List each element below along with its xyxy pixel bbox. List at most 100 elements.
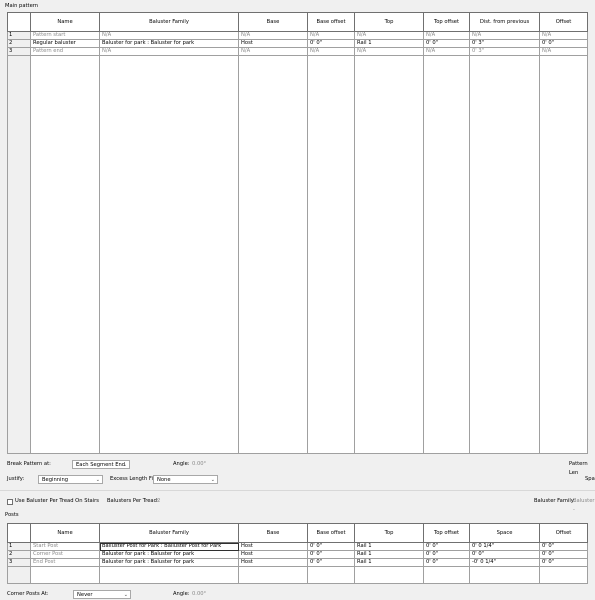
cell-base[interactable]: Host	[238, 39, 308, 48]
cell-space[interactable]: 0' 0"	[469, 550, 540, 559]
cell-name[interactable]: Pattern end	[30, 47, 100, 56]
table-row[interactable]: 1 Pattern start N/A N/A N/A N/A N/A N/A N/A	[7, 31, 588, 40]
cell-name[interactable]: Pattern start	[30, 31, 100, 40]
column-header: Name	[30, 523, 100, 543]
empty-cell	[238, 566, 308, 584]
empty-cell	[30, 55, 100, 454]
cell-dist[interactable]: 0' 3"	[469, 47, 540, 56]
cell-name[interactable]: Corner Post	[30, 550, 100, 559]
cell-space[interactable]: -0' 0 1/4"	[469, 558, 540, 567]
corner-posts-value: Never	[77, 592, 93, 598]
cell-name[interactable]: Regular baluster	[30, 39, 100, 48]
cell-base[interactable]: N/A	[238, 31, 308, 40]
cell-offset[interactable]: 0' 0"	[539, 542, 588, 551]
empty-row	[7, 55, 588, 454]
column-header: Space	[469, 523, 540, 543]
cell-offset[interactable]: N/A	[539, 31, 588, 40]
cell-base-offset[interactable]: 0' 0"	[307, 542, 355, 551]
table-row[interactable]: 3 End Post Baluster for park : Baluster fo…	[7, 558, 588, 567]
cell-base[interactable]: N/A	[238, 47, 308, 56]
cell-family[interactable]: N/A	[99, 47, 239, 56]
cell-top[interactable]: Rail 1	[354, 542, 424, 551]
cell-base-offset[interactable]: 0' 0"	[307, 550, 355, 559]
corner-angle-value[interactable]: 0.00°	[192, 590, 206, 599]
table-row[interactable]: 1 Start Post Balluster Post for Park : Bal…	[7, 542, 588, 551]
cell-top-offset[interactable]: 0' 0"	[423, 558, 470, 567]
excess-length-select[interactable]: None ⌄	[153, 475, 218, 484]
empty-cell	[30, 566, 100, 584]
column-header: Base	[238, 523, 308, 543]
cell-family[interactable]: Balluster Post for Park : Balluster Post…	[99, 542, 239, 551]
cell-base-offset[interactable]: 0' 0"	[307, 39, 355, 48]
justify-value: Beginning	[42, 477, 69, 483]
cell-base-offset[interactable]: N/A	[307, 31, 355, 40]
cell-dist[interactable]: 0' 3"	[469, 39, 540, 48]
empty-row	[7, 566, 588, 584]
empty-cell	[423, 55, 470, 454]
column-header: Top offset	[423, 12, 470, 32]
cell-top-offset[interactable]: 0' 0"	[423, 550, 470, 559]
table-row[interactable]: 2 Regular baluster Baluster for park : Bal…	[7, 39, 588, 48]
cell-space[interactable]: 0' 0 1/4"	[469, 542, 540, 551]
cell-base-offset[interactable]: 0' 0"	[307, 558, 355, 567]
cell-base-offset[interactable]: N/A	[307, 47, 355, 56]
cell-dist[interactable]: N/A	[469, 31, 540, 40]
cell-offset[interactable]: 0' 0"	[539, 39, 588, 48]
row-number: 2	[7, 550, 31, 559]
chevron-down-icon: ⌄	[123, 592, 128, 598]
cell-family[interactable]: Baluster for park : Baluster for park	[99, 550, 239, 559]
column-header: Base offset	[307, 12, 355, 32]
cell-top-offset[interactable]: N/A	[423, 31, 470, 40]
empty-cell	[423, 566, 470, 584]
cell-top-offset[interactable]: 0' 0"	[423, 39, 470, 48]
empty-cell	[238, 55, 308, 454]
empty-cell	[307, 55, 355, 454]
justify-select[interactable]: Beginning ⌄	[38, 475, 103, 484]
column-header: Baluster Family	[99, 12, 239, 32]
cell-name[interactable]: End Post	[30, 558, 100, 567]
angle-value[interactable]: 0.00°	[192, 460, 206, 469]
table-row[interactable]: 3 Pattern end N/A N/A N/A N/A N/A 0' 3" N/A	[7, 47, 588, 56]
cell-top[interactable]: Rail 1	[354, 39, 424, 48]
cell-offset[interactable]: N/A	[539, 47, 588, 56]
posts-title: Posts	[5, 512, 19, 518]
column-header: Top offset	[423, 523, 470, 543]
row-number: 1	[7, 31, 31, 40]
cell-base[interactable]: Host	[238, 558, 308, 567]
cell-top[interactable]: Rail 1	[354, 550, 424, 559]
cell-family[interactable]: Baluster for park : Baluster for park	[99, 39, 239, 48]
empty-cell	[539, 566, 588, 584]
column-header	[7, 12, 31, 32]
cell-top[interactable]: Rail 1	[354, 558, 424, 567]
cell-family[interactable]: N/A	[99, 31, 239, 40]
tread-family-value[interactable]: Baluster -	[573, 497, 595, 515]
excess-length-value: None	[157, 477, 171, 483]
table-row[interactable]: 2 Corner Post Baluster for park : Baluster…	[7, 550, 588, 559]
empty-cell	[7, 55, 31, 454]
cell-top-offset[interactable]: 0' 0"	[423, 542, 470, 551]
cell-top-offset[interactable]: N/A	[423, 47, 470, 56]
column-header: Top	[354, 12, 424, 32]
cell-top[interactable]: N/A	[354, 47, 424, 56]
empty-cell	[99, 55, 239, 454]
column-header: Base	[238, 12, 308, 32]
break-pattern-select[interactable]: Each Segment End ⌄	[72, 460, 130, 469]
cell-name[interactable]: Start Post	[30, 542, 100, 551]
empty-cell	[7, 566, 31, 584]
cell-family[interactable]: Baluster for park : Baluster for park	[99, 558, 239, 567]
corner-posts-select[interactable]: Never ⌄	[73, 590, 131, 599]
empty-cell	[99, 566, 239, 584]
cell-offset[interactable]: 0' 0"	[539, 558, 588, 567]
per-tread-checkbox[interactable]	[7, 499, 13, 505]
empty-cell	[354, 566, 424, 584]
per-tread-checkbox-label: Use Baluster Per Tread On Stairs	[15, 498, 99, 504]
break-pattern-value: Each Segment End	[76, 462, 126, 468]
chevron-down-icon: ⌄	[122, 462, 127, 468]
cell-base[interactable]: Host	[238, 542, 308, 551]
cell-base[interactable]: Host	[238, 550, 308, 559]
cell-offset[interactable]: 0' 0"	[539, 550, 588, 559]
cell-top[interactable]: N/A	[354, 31, 424, 40]
column-header: Name	[30, 12, 100, 32]
balusters-per-tread-value[interactable]: 2	[157, 497, 160, 506]
row-number: 3	[7, 47, 31, 56]
